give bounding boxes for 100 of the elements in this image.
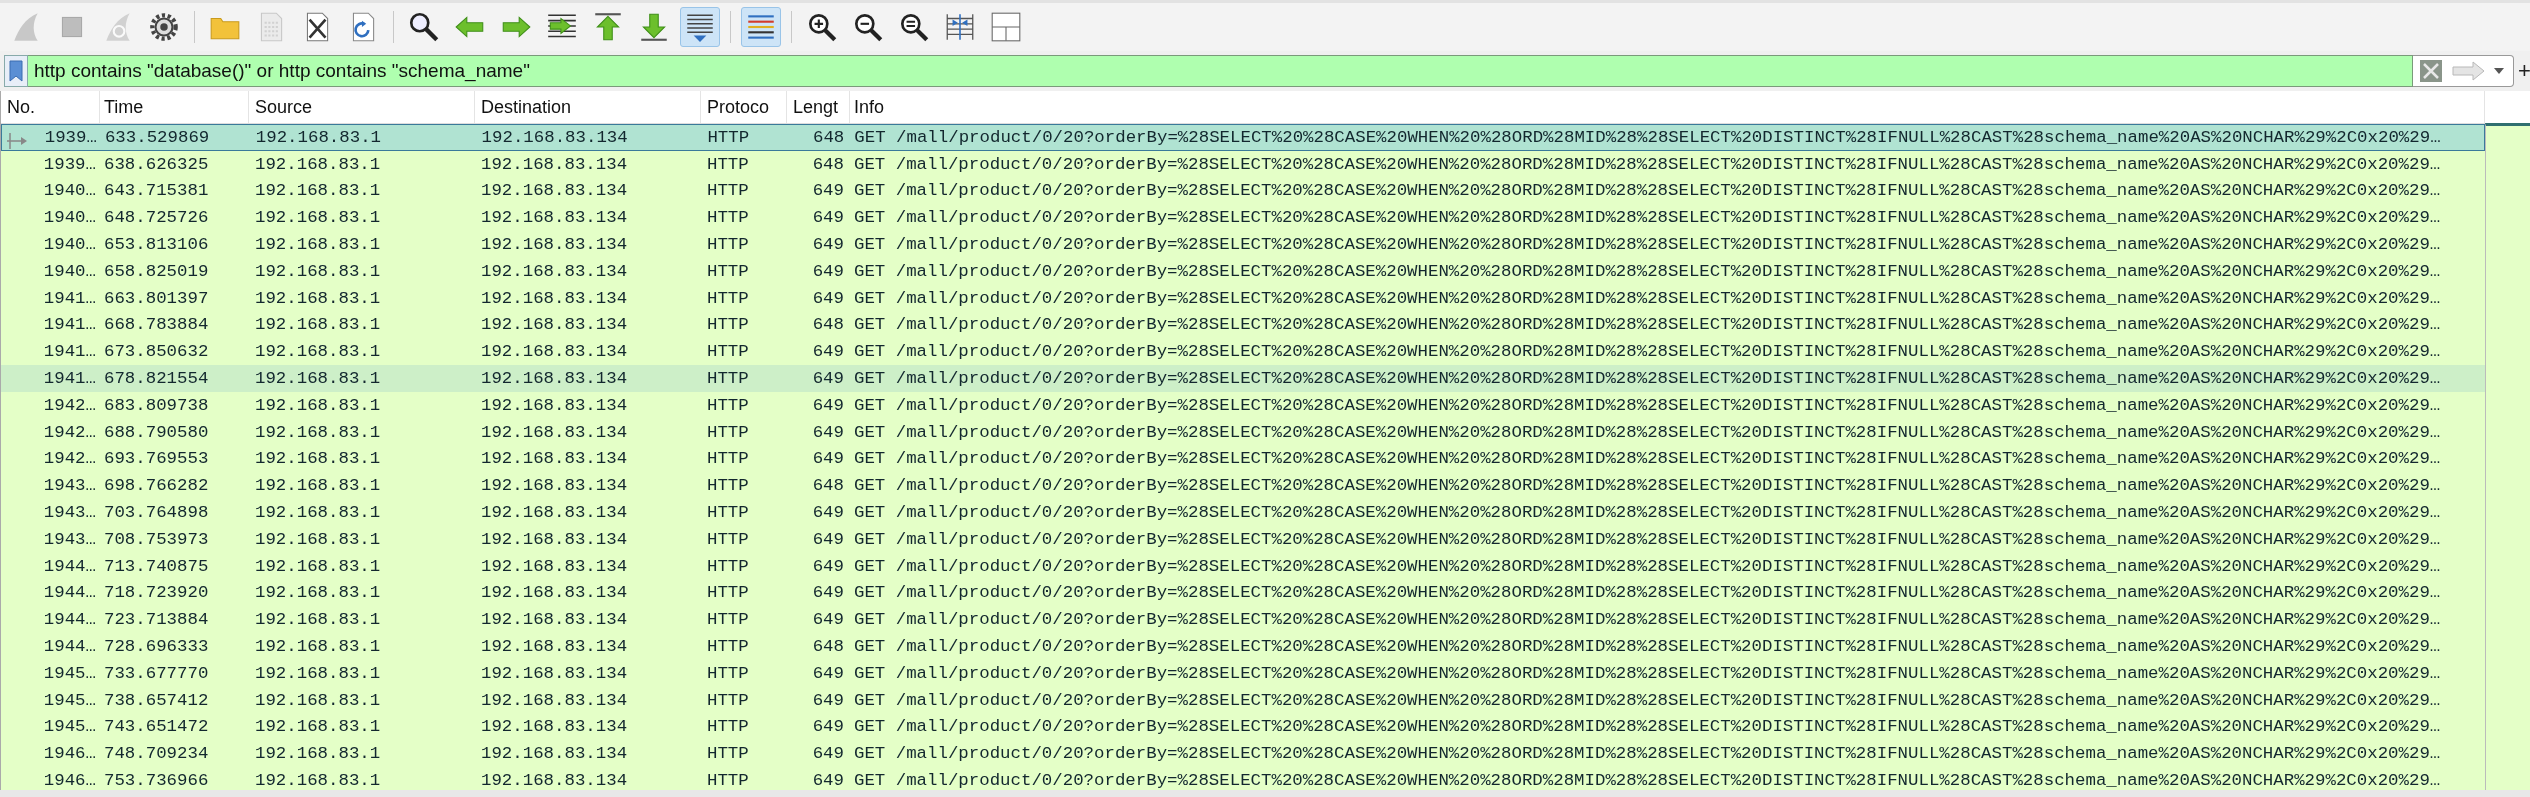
table-cell-text: 698.766282 (103, 476, 210, 496)
table-cell-text: 649 (811, 261, 845, 281)
table-cell-text: 192.168.83.1 (254, 395, 382, 415)
column-header[interactable]: Lengt (787, 91, 850, 123)
table-cell-text: 649 (811, 235, 845, 255)
display-filter-field[interactable]: http contains "database()" or http contains "schema_name" (28, 55, 2413, 87)
table-cell: 1945… (43, 717, 96, 737)
table-cell-text: 192.168.83.1 (254, 449, 382, 469)
packet-row[interactable] (1, 365, 2485, 392)
table-cell-text: 192.168.83.134 (480, 181, 629, 201)
table-cell-text: GET /mall/product/0/20?orderBy=%28SELECT%20%28CASE%20WHEN%20%28ORD%28MID%28%28SELECT%20DISTINCT%28IFNULL%28CAST%28schema_name%20AS%20NCHAR%29%2C0x20%29… (853, 369, 2442, 389)
table-cell: 1941… (43, 342, 96, 362)
table-cell-text: 649 (811, 556, 845, 576)
table-cell-text: 192.168.83.1 (254, 637, 382, 657)
table-cell-text: HTTP (706, 663, 750, 683)
table-cell-text: 653.813106 (103, 235, 210, 255)
table-cell-text: HTTP (706, 717, 750, 737)
table-cell-text: HTTP (706, 556, 750, 576)
table-cell-text: 192.168.83.134 (480, 529, 629, 549)
table-cell-text: GET /mall/product/0/20?orderBy=%28SELECT%20%28CASE%20WHEN%20%28ORD%28MID%28%28SELECT%20DISTINCT%28IFNULL%28CAST%28schema_name%20AS%20NCHAR%29%2C0x20%29… (853, 449, 2442, 469)
table-cell: 1945… (43, 690, 96, 710)
table-cell-text: 192.168.83.1 (254, 422, 382, 442)
table-cell-text: 192.168.83.1 (254, 744, 382, 764)
table-cell-text: 638.626325 (103, 154, 210, 174)
table-cell: 1944… (43, 583, 96, 603)
table-cell-text: 192.168.83.1 (254, 261, 382, 281)
table-cell-text: HTTP (706, 369, 750, 389)
caret-icon[interactable] (2491, 67, 2507, 75)
table-cell-text: 649 (811, 342, 845, 362)
column-header[interactable]: Destination (475, 91, 701, 123)
bookmark-icon[interactable] (4, 55, 28, 87)
table-cell: 1940… (43, 235, 96, 255)
table-cell: 1941… (43, 288, 96, 308)
table-cell-text: 192.168.83.134 (480, 449, 629, 469)
table-cell: 1945… (43, 663, 96, 683)
table-cell-text: 192.168.83.1 (254, 127, 383, 147)
table-cell-text: 649 (811, 663, 845, 683)
table-cell-text: 192.168.83.134 (480, 235, 629, 255)
table-cell-text: 192.168.83.1 (254, 288, 382, 308)
table-cell-text: 192.168.83.134 (480, 503, 629, 523)
table-cell-text: 648 (811, 315, 845, 335)
table-cell-text: 192.168.83.134 (480, 422, 629, 442)
table-cell-text: 192.168.83.134 (480, 395, 629, 415)
table-cell-text: 648 (811, 154, 845, 174)
table-cell-text: GET /mall/product/0/20?orderBy=%28SELECT%20%28CASE%20WHEN%20%28ORD%28MID%28%28SELECT%20DISTINCT%28IFNULL%28CAST%28schema_name%20AS%20NCHAR%29%2C0x20%29… (853, 261, 2442, 281)
table-cell-text: 192.168.83.134 (480, 637, 629, 657)
table-cell-text: 743.651472 (103, 717, 210, 737)
clear-filter-button[interactable] (2417, 59, 2445, 83)
table-cell-text: GET /mall/product/0/20?orderBy=%28SELECT%20%28CASE%20WHEN%20%28ORD%28MID%28%28SELECT%20DISTINCT%28IFNULL%28CAST%28schema_name%20AS%20NCHAR%29%2C0x20%29… (853, 690, 2442, 710)
table-cell-text: GET /mall/product/0/20?orderBy=%28SELECT%20%28CASE%20WHEN%20%28ORD%28MID%28%28SELECT%20DISTINCT%28IFNULL%28CAST%28schema_name%20AS%20NCHAR%29%2C0x20%29… (853, 771, 2442, 790)
table-cell: 1939… (43, 154, 96, 174)
table-cell: 1940… (43, 181, 96, 201)
table-cell-text: HTTP (706, 315, 750, 335)
table-cell-text: 192.168.83.134 (480, 610, 629, 630)
table-cell-text: GET /mall/product/0/20?orderBy=%28SELECT%20%28CASE%20WHEN%20%28ORD%28MID%28%28SELECT%20DISTINCT%28IFNULL%28CAST%28schema_name%20AS%20NCHAR%29%2C0x20%29… (853, 288, 2442, 308)
add-filter-button[interactable]: + (2514, 55, 2530, 87)
packet-row[interactable] (1, 124, 2485, 151)
table-cell-text: 649 (811, 771, 845, 790)
table-cell-text: 192.168.83.1 (254, 717, 382, 737)
table-cell-text: GET /mall/product/0/20?orderBy=%28SELECT%20%28CASE%20WHEN%20%28ORD%28MID%28%28SELECT%20DISTINCT%28IFNULL%28CAST%28schema_name%20AS%20NCHAR%29%2C0x20%29… (853, 503, 2442, 523)
table-cell-text: 649 (811, 610, 845, 630)
table-cell-text: GET /mall/product/0/20?orderBy=%28SELECT%20%28CASE%20WHEN%20%28ORD%28MID%28%28SELECT%20DISTINCT%28IFNULL%28CAST%28schema_name%20AS%20NCHAR%29%2C0x20%29… (853, 181, 2442, 201)
table-cell-text: GET /mall/product/0/20?orderBy=%28SELECT%20%28CASE%20WHEN%20%28ORD%28MID%28%28SELECT%20DISTINCT%28IFNULL%28CAST%28schema_name%20AS%20NCHAR%29%2C0x20%29… (853, 637, 2442, 657)
table-cell-text: HTTP (706, 583, 750, 603)
column-header[interactable]: Source (249, 91, 475, 123)
table-cell-text: 192.168.83.1 (254, 154, 382, 174)
column-header[interactable]: Info (850, 91, 2485, 123)
auto-scroll-icon[interactable] (680, 7, 720, 47)
table-cell-text: HTTP (706, 127, 751, 147)
table-cell-text: 673.850632 (103, 342, 210, 362)
table-cell: 1940… (43, 261, 96, 281)
table-cell-text: 649 (811, 690, 845, 710)
table-cell-text: 649 (811, 369, 845, 389)
table-cell-text: 648 (811, 637, 845, 657)
table-cell-text: GET /mall/product/0/20?orderBy=%28SELECT%20%28CASE%20WHEN%20%28ORD%28MID%28%28SELECT%20DISTINCT%28IFNULL%28CAST%28schema_name%20AS%20NCHAR%29%2C0x20%29… (853, 235, 2442, 255)
table-cell-text: 192.168.83.134 (480, 771, 629, 790)
table-cell-text: HTTP (706, 208, 750, 228)
table-cell-text: GET /mall/product/0/20?orderBy=%28SELECT%20%28CASE%20WHEN%20%28ORD%28MID%28%28SELECT%20DISTINCT%28IFNULL%28CAST%28schema_name%20AS%20NCHAR%29%2C0x20%29… (853, 610, 2442, 630)
table-cell-text: GET /mall/product/0/20?orderBy=%28SELECT%20%28CASE%20WHEN%20%28ORD%28MID%28%28SELECT%20DISTINCT%28IFNULL%28CAST%28schema_name%20AS%20NCHAR%29%2C0x20%29… (853, 556, 2442, 576)
table-cell-text: 688.790580 (103, 422, 210, 442)
table-cell-text: GET /mall/product/0/20?orderBy=%28SELECT%20%28CASE%20WHEN%20%28ORD%28MID%28%28SELECT%20DISTINCT%28IFNULL%28CAST%28schema_name%20AS%20NCHAR%29%2C0x20%29… (853, 342, 2442, 362)
table-cell-text: HTTP (706, 235, 750, 255)
column-header[interactable]: Protoco (701, 91, 787, 123)
table-cell-text: 192.168.83.1 (254, 583, 382, 603)
table-cell-text: 713.740875 (103, 556, 210, 576)
colored-lines-icon[interactable] (741, 7, 781, 47)
table-cell-text: 658.825019 (103, 261, 210, 281)
table-cell-text: 708.753973 (103, 529, 210, 549)
table-cell-text: 192.168.83.1 (254, 690, 382, 710)
column-header[interactable]: Time (100, 91, 249, 123)
table-cell-text: HTTP (706, 154, 750, 174)
table-cell: 1942… (43, 395, 96, 415)
table-cell-text: 192.168.83.134 (480, 288, 629, 308)
table-cell-text: GET /mall/product/0/20?orderBy=%28SELECT%20%28CASE%20WHEN%20%28ORD%28MID%28%28SELECT%20DISTINCT%28IFNULL%28CAST%28schema_name%20AS%20NCHAR%29%2C0x20%29… (853, 208, 2442, 228)
table-cell-text: 192.168.83.134 (480, 154, 629, 174)
table-cell-text: 192.168.83.1 (254, 342, 382, 362)
table-cell-text: GET /mall/product/0/20?orderBy=%28SELECT%20%28CASE%20WHEN%20%28ORD%28MID%28%28SELECT%20DISTINCT%28IFNULL%28CAST%28schema_name%20AS%20NCHAR%29%2C0x20%29… (853, 744, 2442, 764)
column-header[interactable]: No. (1, 91, 100, 123)
table-cell-text: GET /mall/product/0/20?orderBy=%28SELECT%20%28CASE%20WHEN%20%28ORD%28MID%28%28SELECT%20DISTINCT%28IFNULL%28CAST%28schema_name%20AS%20NCHAR%29%2C0x20%29… (853, 127, 2442, 147)
table-cell-text: 192.168.83.134 (480, 208, 629, 228)
